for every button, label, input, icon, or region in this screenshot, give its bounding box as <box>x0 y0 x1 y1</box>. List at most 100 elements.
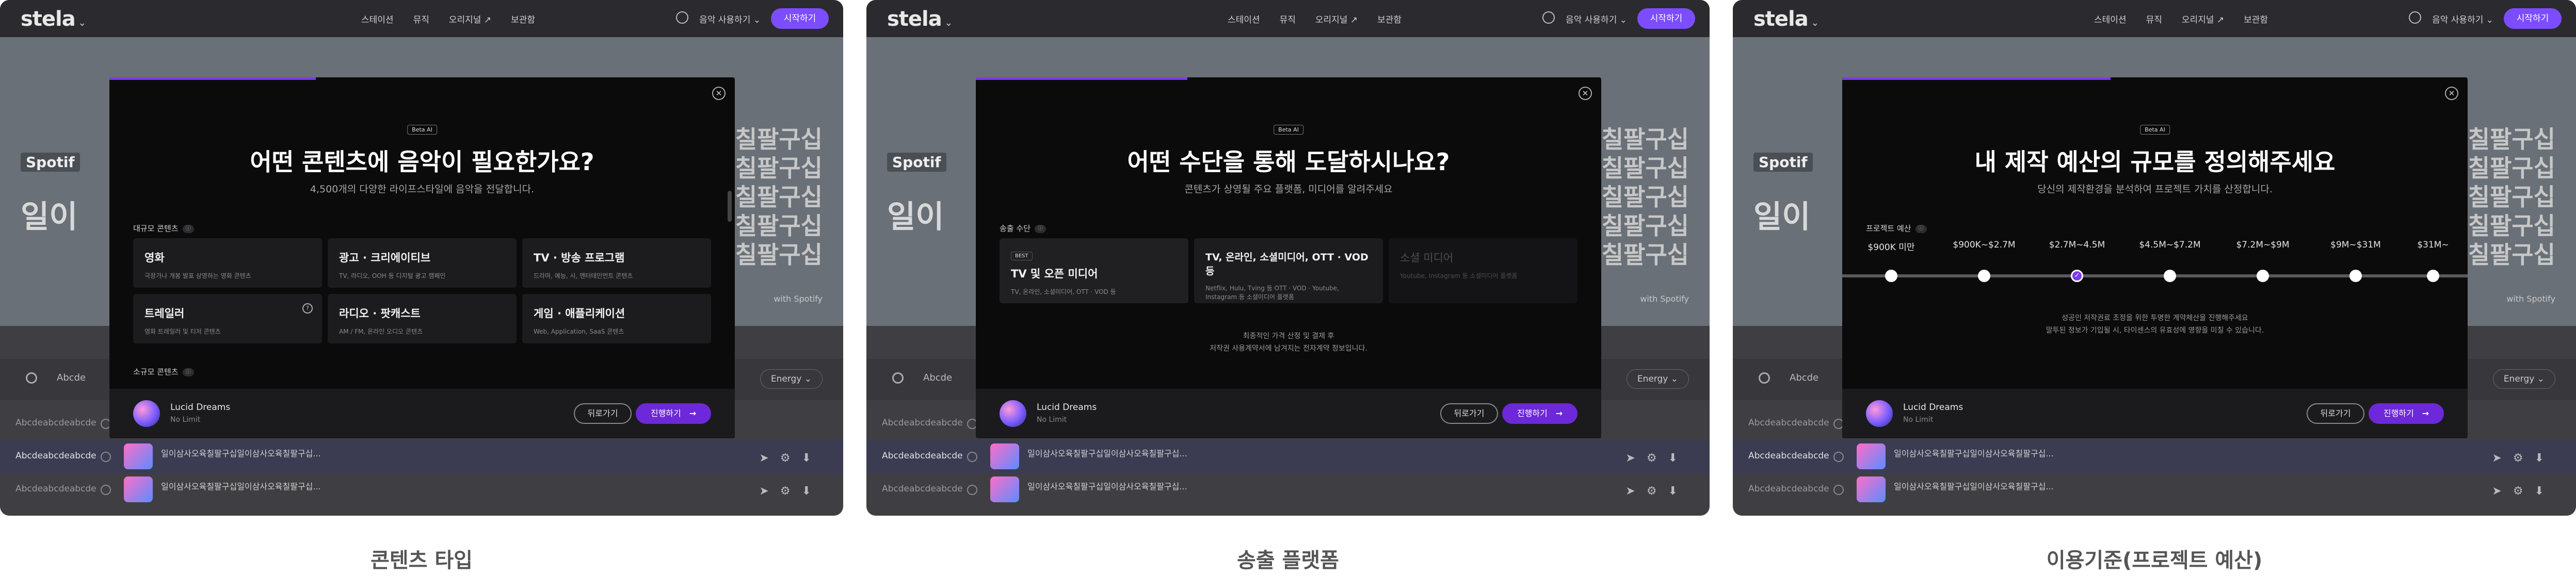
budget-tick-label[interactable]: $9M~$31M <box>2330 240 2381 250</box>
globe-icon[interactable] <box>1542 11 1555 24</box>
help-icon[interactable]: ? <box>302 303 313 314</box>
next-button[interactable]: 진행하기 → <box>1502 403 1577 424</box>
budget-option[interactable] <box>2349 270 2362 282</box>
nav-library[interactable]: 보관함 <box>2244 12 2268 25</box>
option-card-tv[interactable]: TV · 방송 프로그램 드라마, 예능, 시, 엔터테인먼트 콘텐츠 <box>522 238 711 288</box>
back-button[interactable]: 뒤로가기 <box>574 403 632 424</box>
energy-chip[interactable]: Energy ⌄ <box>2492 369 2555 389</box>
budget-tick-label[interactable]: $7.2M~$9M <box>2236 240 2289 250</box>
energy-chip[interactable]: Energy ⌄ <box>760 369 823 389</box>
option-card-tv-open-media[interactable]: BEST TV 및 오픈 미디어 TV, 온라인, 소셜미디어, OTT · VOD… <box>1000 238 1188 303</box>
list-item[interactable]: Abcdeabcdeabcde 일이삼사오육칠팔구십일이삼사오육칠팔구십... … <box>1733 440 2576 473</box>
user-select[interactable]: 음악 사용하기 ⌄ <box>699 12 761 25</box>
next-button[interactable]: 진행하기 → <box>2369 403 2444 424</box>
logo[interactable]: stela ⌄ <box>887 7 953 31</box>
nav-original[interactable]: 오리지널 ↗ <box>449 12 491 25</box>
close-icon[interactable] <box>967 485 977 495</box>
close-icon[interactable]: ✕ <box>2445 87 2458 100</box>
close-icon[interactable]: ✕ <box>712 87 726 100</box>
nav-station[interactable]: 스테이션 <box>2094 12 2127 25</box>
nav-station[interactable]: 스테이션 <box>1228 12 1260 25</box>
info-icon[interactable]: ⓘ <box>182 368 194 376</box>
option-card-tv-online-social[interactable]: TV, 온라인, 소셜미디어, OTT · VOD 등 Netflix, Hulu… <box>1194 238 1383 303</box>
back-button[interactable]: 뒤로가기 <box>1440 403 1498 424</box>
row-action-icons[interactable]: ➤⚙⬇ <box>759 452 823 465</box>
budget-option[interactable] <box>1978 270 1990 282</box>
budget-option[interactable] <box>2427 270 2439 282</box>
nav-station[interactable]: 스테이션 <box>361 12 394 25</box>
track-thumbnail <box>1857 476 1886 502</box>
user-select[interactable]: 음악 사용하기 ⌄ <box>1566 12 1627 25</box>
info-icon[interactable]: ⓘ <box>1915 224 1927 233</box>
row-action-icons[interactable]: ➤⚙⬇ <box>759 485 823 498</box>
option-card-game[interactable]: 게임 · 애플리케이션 Web, Application, SaaS 콘텐츠 <box>522 294 711 343</box>
nav-library[interactable]: 보관함 <box>511 12 535 25</box>
modal-footer: Lucid Dreams No Limit 뒤로가기 진행하기 → <box>109 389 735 438</box>
row-action-icons[interactable]: ➤⚙⬇ <box>1625 485 1689 498</box>
budget-option[interactable] <box>2257 270 2269 282</box>
spotify-tag: Spotif <box>887 153 946 172</box>
budget-tick-label[interactable]: $2.7M~4.5M <box>2049 240 2105 250</box>
search-icon[interactable] <box>1759 372 1770 384</box>
list-item[interactable]: Abcdeabcdeabcde 일이삼사오육칠팔구십일이삼사오육칠팔구십... … <box>1733 473 2576 506</box>
nav-music[interactable]: 뮤직 <box>413 12 429 25</box>
start-button[interactable]: 시작하기 <box>771 8 829 29</box>
track-thumbnail <box>990 476 1019 502</box>
logo[interactable]: stela ⌄ <box>1753 7 1819 31</box>
option-card-trailer[interactable]: ? 트레일러 영화 트레일러 및 티저 콘텐츠 <box>133 294 322 343</box>
avatar <box>1866 400 1893 427</box>
filter-text[interactable]: Abcde <box>57 372 86 383</box>
back-button[interactable]: 뒤로가기 <box>2307 403 2364 424</box>
close-icon[interactable] <box>1833 485 1844 495</box>
nav-music[interactable]: 뮤직 <box>1280 12 1296 25</box>
row-name: Abcdeabcdeabcde <box>1748 451 1829 461</box>
close-icon[interactable] <box>101 452 111 462</box>
notice-text: 성공인 저작권료 조정을 위한 투명한 계약체산을 진행해주세요 말투된 정보가 … <box>2046 314 2264 335</box>
list-item[interactable]: Abcdeabcdeabcde 일이삼사오육칠팔구십일이삼사오육칠팔구십... … <box>866 440 1710 473</box>
option-card-ad[interactable]: 광고 · 크리에이티브 TV, 라디오, OOH 등 디지털 광고 캠페인 <box>328 238 517 288</box>
close-icon[interactable] <box>101 485 111 495</box>
close-icon[interactable]: ✕ <box>1579 87 1592 100</box>
nav-library[interactable]: 보관함 <box>1377 12 1402 25</box>
close-icon[interactable] <box>967 452 977 462</box>
arrow-right-icon: → <box>1555 408 1563 418</box>
budget-tick-label[interactable]: $900K 미만 <box>1867 240 1914 253</box>
budget-option-selected[interactable]: ✓ <box>2071 270 2083 282</box>
track-title: 일이삼사오육칠팔구십일이삼사오육칠팔구십... <box>1027 449 1187 458</box>
scrollbar[interactable] <box>728 191 732 222</box>
info-icon[interactable]: ⓘ <box>182 224 194 233</box>
chevron-down-icon: ⌄ <box>944 18 953 28</box>
nav-original[interactable]: 오리지널 ↗ <box>2182 12 2224 25</box>
list-item[interactable]: Abcdeabcdeabcde 일이삼사오육칠팔구십일이삼사오육칠팔구십... … <box>866 473 1710 506</box>
row-action-icons[interactable]: ➤⚙⬇ <box>2492 485 2555 498</box>
logo[interactable]: stela ⌄ <box>21 7 86 31</box>
list-item[interactable]: Abcdeabcdeabcde 일이삼사오육칠팔구십일이삼사오육칠팔구십... … <box>0 440 843 473</box>
row-action-icons[interactable]: ➤⚙⬇ <box>1625 452 1689 465</box>
close-icon[interactable] <box>1833 452 1844 462</box>
energy-chip[interactable]: Energy ⌄ <box>1626 369 1689 389</box>
option-card-film[interactable]: 영화 극장가나 개봉 발표 상영하는 영화 콘텐츠 <box>133 238 322 288</box>
search-icon[interactable] <box>26 372 37 384</box>
panel-budget: stela ⌄ 스테이션 뮤직 오리지널 ↗ 보관함 음악 사용하기 ⌄ 시작하기… <box>1733 0 2576 516</box>
next-button[interactable]: 진행하기 → <box>636 403 711 424</box>
budget-slider-track[interactable] <box>1842 274 2468 277</box>
budget-tick-label[interactable]: $900K~$2.7M <box>1953 240 2015 250</box>
option-card-radio[interactable]: 라디오 · 팟캐스트 AM / FM, 온라인 오디오 콘텐츠 <box>328 294 517 343</box>
filter-text[interactable]: Abcde <box>1790 372 1818 383</box>
info-icon[interactable]: ⓘ <box>1034 224 1046 233</box>
budget-tick-label[interactable]: $31M~ <box>2417 240 2449 250</box>
budget-option[interactable] <box>2164 270 2176 282</box>
search-icon[interactable] <box>892 372 904 384</box>
row-action-icons[interactable]: ➤⚙⬇ <box>2492 452 2555 465</box>
filter-text[interactable]: Abcde <box>923 372 952 383</box>
budget-tick-label[interactable]: $4.5M~$7.2M <box>2139 240 2200 250</box>
list-item[interactable]: Abcdeabcdeabcde 일이삼사오육칠팔구십일이삼사오육칠팔구십... … <box>0 473 843 506</box>
globe-icon[interactable] <box>676 11 688 24</box>
user-select[interactable]: 음악 사용하기 ⌄ <box>2432 12 2493 25</box>
start-button[interactable]: 시작하기 <box>1637 8 1695 29</box>
nav-original[interactable]: 오리지널 ↗ <box>1315 12 1358 25</box>
start-button[interactable]: 시작하기 <box>2504 8 2562 29</box>
nav-music[interactable]: 뮤직 <box>2146 12 2162 25</box>
budget-option[interactable] <box>1885 270 1897 282</box>
globe-icon[interactable] <box>2409 11 2421 24</box>
